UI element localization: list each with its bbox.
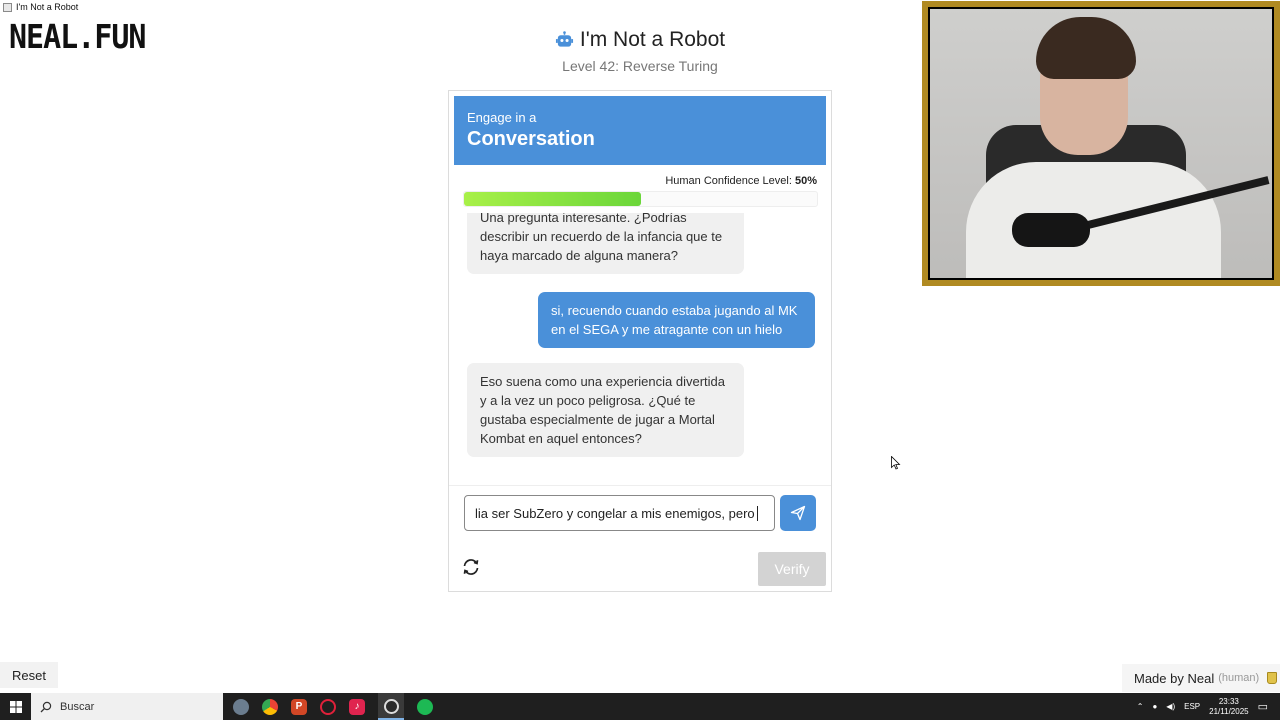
chat-log[interactable]: Una pregunta interesante. ¿Podrías descr… [457, 213, 825, 481]
robot-icon [555, 30, 573, 47]
microphone-icon[interactable]: ● [1152, 702, 1157, 711]
page-title: I'm Not a Robot [579, 28, 726, 51]
bot-message: Eso suena como una experiencia divertida… [467, 363, 744, 457]
tiktok-icon[interactable]: ♪ [349, 698, 365, 715]
taskbar-search[interactable]: Buscar [31, 693, 223, 720]
challenge-header: Engage in a Conversation [454, 96, 826, 165]
send-icon [790, 505, 806, 521]
chevron-up-icon[interactable]: ⌃ [1137, 702, 1144, 711]
powerpoint-icon[interactable]: P [291, 698, 307, 715]
browser-app-icon[interactable] [233, 698, 249, 715]
taskbar: Buscar P ♪ ⌃ ● ◀) ESP 23:33 21/11/2025 ▭ [0, 693, 1280, 720]
notifications-icon[interactable]: ▭ [1258, 700, 1268, 713]
level-subtitle: Level 42: Reverse Turing [562, 58, 718, 74]
volume-icon[interactable]: ◀) [1166, 702, 1175, 711]
verify-button[interactable]: Verify [758, 552, 826, 586]
coffee-cup-icon [1267, 672, 1278, 684]
window-title: I'm Not a Robot [16, 2, 79, 12]
page: I'm Not a Robot NEAL.FUN I'm Not a Robot… [0, 0, 1280, 720]
confidence-progress-bar [463, 191, 818, 207]
reset-button[interactable]: Reset [0, 662, 58, 688]
windows-icon [9, 700, 22, 713]
chat-divider [449, 485, 831, 486]
challenge-prompt-small: Engage in a [467, 110, 537, 125]
message-input[interactable]: lia ser SubZero y congelar a mis enemigo… [464, 495, 775, 531]
webcam-frame [928, 7, 1274, 280]
start-button[interactable] [0, 693, 31, 720]
made-by-text: Made by Neal [1134, 670, 1215, 686]
title-block: I'm Not a Robot Level 42: Reverse Turing [440, 28, 840, 74]
confidence-progress-fill [464, 192, 641, 206]
confidence-label: Human Confidence Level: 50% [665, 175, 817, 187]
neal-fun-logo[interactable]: NEAL.FUN [9, 18, 146, 57]
taskbar-search-placeholder: Buscar [60, 700, 95, 713]
clock-time: 23:33 [1218, 696, 1239, 706]
refresh-icon[interactable] [461, 557, 481, 577]
confidence-value: 50% [794, 175, 817, 187]
webcam-overlay [922, 1, 1280, 286]
chrome-icon[interactable] [262, 698, 278, 715]
clock-date: 21/11/2025 [1209, 706, 1249, 716]
bot-message: Una pregunta interesante. ¿Podrías descr… [467, 213, 744, 274]
confidence-label-text: Human Confidence Level: [665, 175, 792, 187]
opera-icon[interactable] [320, 698, 336, 715]
taskbar-clock[interactable]: 23:33 21/11/2025 [1209, 697, 1248, 717]
taskbar-apps: P ♪ [233, 693, 433, 720]
language-indicator[interactable]: ESP [1184, 702, 1200, 711]
user-message: si, recuendo cuando estaba jugando al MK… [538, 292, 815, 348]
obs-icon[interactable] [378, 693, 404, 720]
system-tray: ⌃ ● ◀) ESP 23:33 21/11/2025 ▭ [1137, 693, 1280, 720]
message-input-value: lia ser SubZero y congelar a mis enemigo… [475, 505, 755, 521]
challenge-prompt-large: Conversation [467, 128, 595, 150]
spotify-icon[interactable] [417, 698, 433, 715]
search-icon [40, 701, 52, 712]
challenge-card: Engage in a Conversation Human Confidenc… [448, 90, 832, 592]
text-caret [756, 505, 758, 521]
send-button[interactable] [780, 495, 816, 531]
window-title-bar: I'm Not a Robot [0, 0, 78, 14]
app-window-icon [3, 2, 12, 12]
made-by-link[interactable]: Made by Neal (human) [1122, 664, 1280, 692]
made-by-tag: (human) [1218, 672, 1260, 684]
mouse-cursor-icon [891, 456, 901, 470]
